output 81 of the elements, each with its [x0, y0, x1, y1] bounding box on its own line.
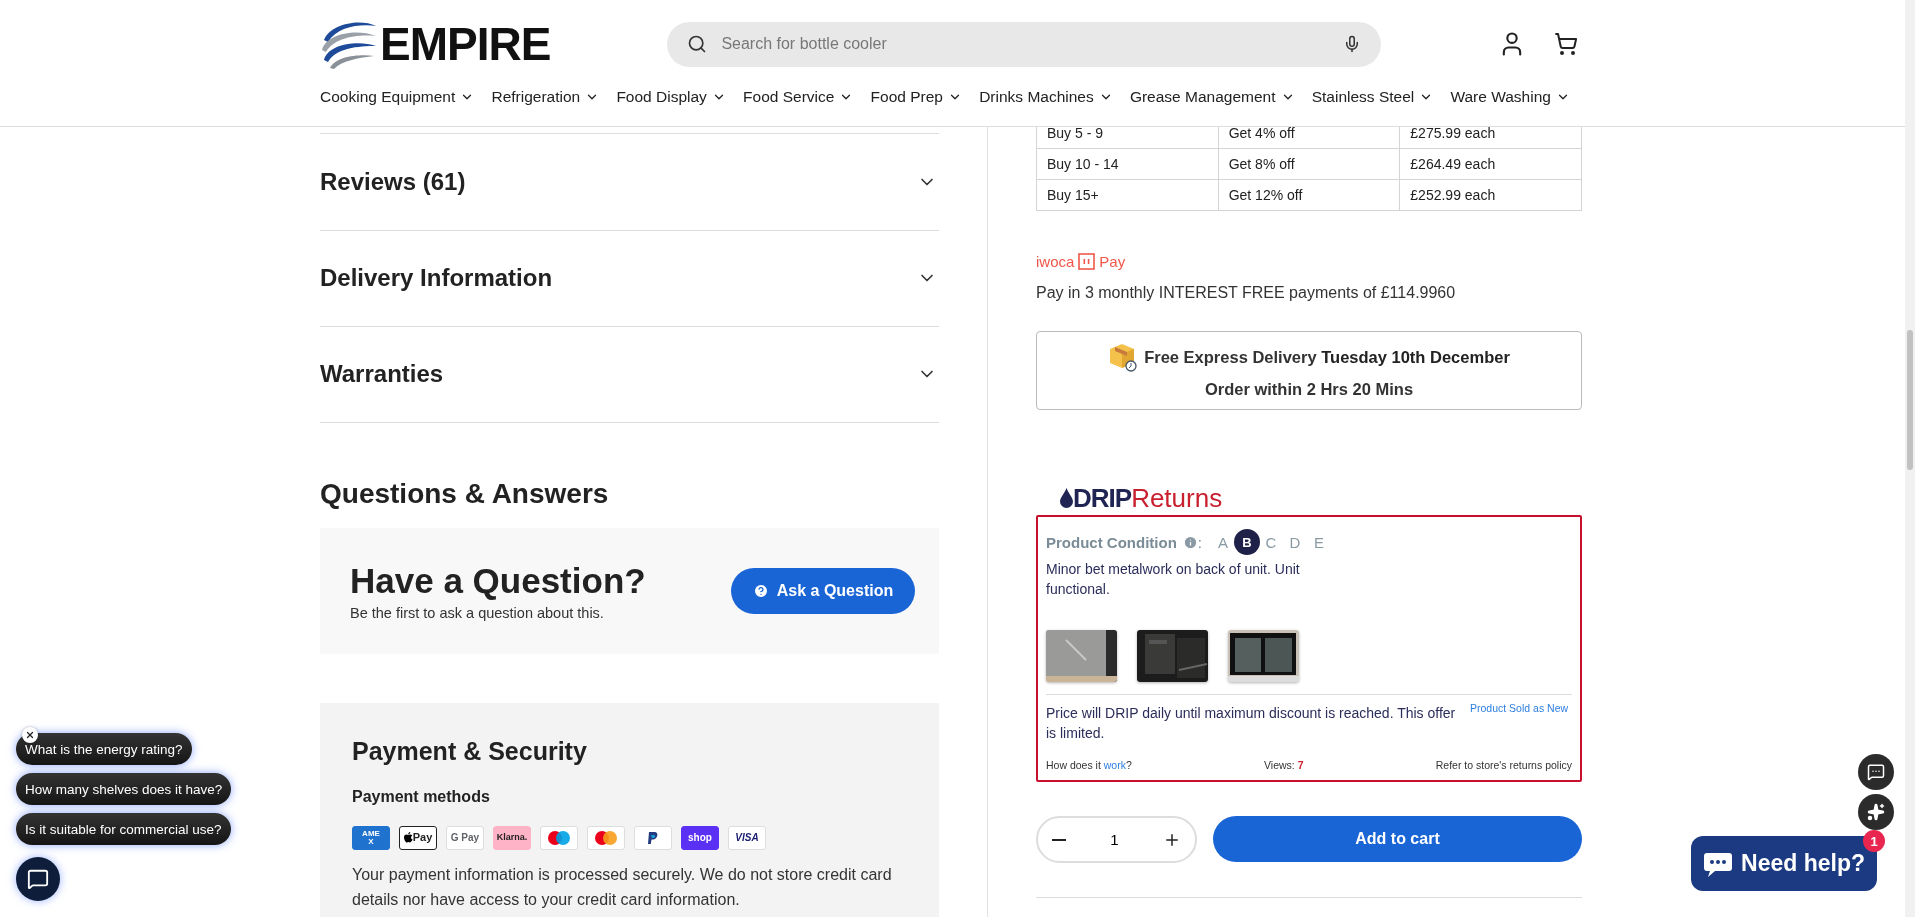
views-count: Views: 7: [1264, 759, 1304, 771]
chat-bubble-icon: [1867, 763, 1885, 781]
card-subtext: Be the first to ask a question about this.: [350, 604, 605, 621]
nav-menu-item[interactable]: Food Prep: [870, 88, 962, 106]
table-cell: £252.99 each: [1399, 179, 1582, 211]
logo-text: Returns: [1131, 482, 1223, 515]
how-it-works-text: How does it work?: [1046, 759, 1132, 771]
question-mark-icon: [752, 582, 769, 599]
ask-question-button[interactable]: Ask a Question: [731, 567, 915, 614]
nav-menu-item[interactable]: Food Service: [743, 88, 854, 106]
brand-text: Pay: [1099, 253, 1126, 270]
search-field[interactable]: Search for bottle cooler: [719, 34, 1332, 54]
section-title: Questions & Answers: [320, 477, 610, 510]
card-logo-icon: G Pay: [446, 825, 484, 850]
suggestion-chip[interactable]: Is it suitable for commercial use?: [16, 813, 231, 845]
cart-icon[interactable]: [1554, 32, 1578, 56]
returns-policy-text: Refer to store's returns policy: [1435, 759, 1572, 771]
pause-square-icon: [1078, 253, 1096, 270]
close-icon: [25, 730, 35, 740]
logo-text: EMPIRE: [380, 17, 551, 71]
nav-menu-item[interactable]: Food Display: [616, 88, 726, 106]
parcel-clock-icon: [1108, 342, 1139, 372]
table-cell: Get 8% off: [1218, 148, 1400, 180]
card-logo-icon: shop: [681, 825, 719, 850]
quote-list-button[interactable]: [1858, 754, 1894, 790]
table-cell: Buy 10 - 14: [1036, 148, 1219, 180]
table-cell: Get 12% off: [1218, 179, 1400, 211]
nav-menu-item[interactable]: Refrigeration: [491, 88, 600, 106]
overlapping-circles-icon: [540, 825, 578, 850]
brand-text: iwoca: [1036, 253, 1075, 270]
close-button[interactable]: [22, 727, 38, 743]
chat-button[interactable]: [16, 857, 60, 901]
overlapping-circles-icon: [587, 825, 625, 850]
quantity-field[interactable]: 1: [1099, 830, 1130, 849]
chat-bubble-icon: [27, 868, 49, 890]
logo-text: DRIP: [1073, 482, 1132, 515]
table-cell: Buy 15+: [1036, 179, 1219, 211]
separator-text: :: [1197, 533, 1202, 551]
condition-description: Minor bet metalwork on back of unit. Unit functional.: [1046, 560, 1301, 599]
work-link[interactable]: work: [1103, 759, 1126, 771]
installments-text: Pay in 3 monthly INTEREST FREE payments of £114.9960: [1036, 284, 1457, 302]
delivery-text: Free Express Delivery Tuesday 10th December: [1144, 347, 1510, 367]
condition-label: Product Condition: [1046, 533, 1177, 551]
nav-menu-item[interactable]: Grease Management: [1129, 88, 1295, 106]
accordion-row[interactable]: Reviews (61): [320, 133, 939, 230]
payment-methods-label: Payment methods: [352, 787, 491, 806]
table-cell: £264.49 each: [1399, 148, 1582, 180]
offer-text: Price will DRIP daily until maximum discount is reached. This offer is limited.: [1046, 704, 1457, 743]
accordion-title: Warranties: [320, 360, 444, 389]
nav-menu-item[interactable]: Cooking Equipment: [320, 88, 475, 106]
drop-icon: [1060, 488, 1073, 508]
delivery-countdown: Order within 2 Hrs 20 Mins: [1204, 380, 1414, 399]
info-icon: [1182, 534, 1198, 550]
payment-note: Your payment information is processed securely. We do not store credit card details nor have access to your credit card information.: [352, 864, 893, 910]
sparkles-icon: [1867, 803, 1885, 821]
card-logo-icon: VISA: [728, 825, 766, 850]
accordion-title: Delivery Information: [320, 264, 553, 293]
card-heading: Have a Question?: [350, 560, 646, 601]
scrollbar[interactable]: [1905, 0, 1915, 917]
sold-as-new-link[interactable]: Product Sold as New: [1470, 702, 1569, 714]
suggestion-chip[interactable]: What is the energy rating?: [16, 733, 192, 765]
accordion-row[interactable]: Warranties: [320, 326, 939, 423]
accordion-title: Reviews (61): [320, 167, 466, 196]
minus-button[interactable]: [1052, 838, 1066, 841]
suggestion-chip[interactable]: How many shelves does it have?: [16, 773, 232, 805]
notification-badge: 1: [1863, 830, 1885, 852]
accordion-row[interactable]: Delivery Information: [320, 229, 939, 326]
card-logo-icon: AMEX: [352, 825, 390, 850]
nav-menu-item[interactable]: Ware Washing: [1450, 88, 1570, 106]
condition-grade[interactable]: B: [1234, 529, 1260, 555]
search-icon: [687, 34, 708, 54]
card-logo-icon: Klarna.: [493, 825, 531, 850]
card-title: Payment & Security: [352, 736, 588, 766]
card-logo-icon: Pay: [399, 825, 437, 850]
search-bar[interactable]: Search for bottle cooler: [667, 21, 1382, 67]
sparkles-button[interactable]: [1858, 794, 1894, 830]
nav-menu-item[interactable]: Stainless Steel: [1311, 88, 1434, 106]
minus-icon: [1052, 838, 1066, 841]
nav-menu-item[interactable]: Drinks Machines: [979, 88, 1113, 106]
p-logo-icon: [634, 825, 672, 850]
add-to-cart-button[interactable]: Add to cart: [1213, 816, 1582, 862]
